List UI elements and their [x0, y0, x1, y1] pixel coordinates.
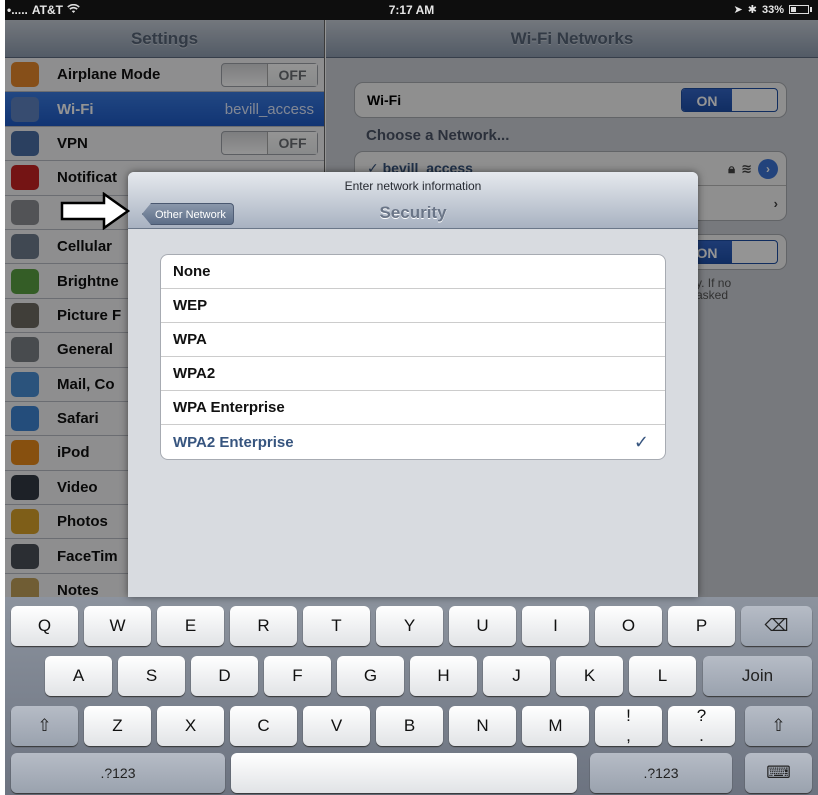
join-key[interactable]: Join: [703, 656, 812, 696]
security-option-label: WEP: [173, 297, 208, 314]
key-6[interactable]: M: [522, 706, 589, 746]
key-f[interactable]: F: [264, 656, 331, 696]
security-option[interactable]: WPA2: [161, 357, 665, 391]
security-sheet: Enter network information Other Network …: [128, 172, 698, 597]
key-r[interactable]: R: [230, 606, 297, 646]
security-option-label: WPA2: [173, 365, 216, 382]
security-option[interactable]: WPA Enterprise: [161, 391, 665, 425]
sheet-title: Security: [379, 203, 447, 222]
security-option-label: None: [173, 263, 211, 280]
backspace-key[interactable]: ⌫: [741, 606, 812, 646]
security-options-list: None WEP WPA WPA2 WPA Enterprise WPA2 Enterpr…: [160, 254, 666, 460]
key-5[interactable]: N: [449, 706, 516, 746]
shift-key-right[interactable]: ⇧: [745, 706, 812, 746]
key-2[interactable]: C: [230, 706, 297, 746]
key-3[interactable]: V: [303, 706, 370, 746]
security-option[interactable]: WEP: [161, 289, 665, 323]
shift-key[interactable]: ⇧: [11, 706, 78, 746]
key-p[interactable]: P: [668, 606, 735, 646]
key-h[interactable]: H: [410, 656, 477, 696]
key-j[interactable]: J: [483, 656, 550, 696]
bluetooth-icon: ✱: [747, 4, 757, 16]
key-u[interactable]: U: [449, 606, 516, 646]
key-t[interactable]: T: [303, 606, 370, 646]
status-bar: •..... AT&T 7:17 AM ➤ ✱ 33%: [5, 0, 818, 20]
key-l[interactable]: L: [629, 656, 696, 696]
checkmark-icon: ✓: [633, 431, 649, 452]
key-1[interactable]: X: [157, 706, 224, 746]
key-o[interactable]: O: [595, 606, 662, 646]
key-d[interactable]: D: [191, 656, 258, 696]
key-i[interactable]: I: [522, 606, 589, 646]
key-0[interactable]: Z: [84, 706, 151, 746]
keyboard-row-1: Q W E R T Y U I O P ⌫: [5, 606, 818, 646]
location-arrow-icon: ➤: [733, 4, 743, 16]
key-k[interactable]: K: [556, 656, 623, 696]
battery-icon: [789, 5, 809, 14]
security-option-label: WPA: [173, 331, 207, 348]
sheet-prompt: Enter network information: [344, 179, 482, 193]
key-a[interactable]: A: [45, 656, 112, 696]
key-e[interactable]: E: [157, 606, 224, 646]
key-4[interactable]: B: [376, 706, 443, 746]
keyboard: Q W E R T Y U I O P ⌫ A S D F G H J K L Join ⇧ Z X C V B N M! ,? .…: [5, 597, 818, 795]
key-q[interactable]: Q: [11, 606, 78, 646]
key-g[interactable]: G: [337, 656, 404, 696]
numbers-key[interactable]: .?123: [11, 753, 225, 793]
battery-percent: 33%: [761, 3, 784, 16]
keyboard-row-3: ⇧ Z X C V B N M! ,? . ⇧: [5, 706, 818, 746]
keyboard-row-4: .?123 .?123 ⌨: [5, 753, 818, 793]
space-key[interactable]: [231, 753, 577, 793]
sheet-navbar: Enter network information Other Network …: [128, 172, 698, 229]
keyboard-row-2: A S D F G H J K L Join: [5, 656, 818, 696]
key-s[interactable]: S: [118, 656, 185, 696]
security-option[interactable]: None: [161, 255, 665, 289]
key-y[interactable]: Y: [376, 606, 443, 646]
key-7[interactable]: ! ,: [595, 706, 662, 746]
security-option-label: WPA Enterprise: [173, 399, 285, 416]
security-option[interactable]: WPA: [161, 323, 665, 357]
pointer-arrow-icon: [60, 192, 130, 230]
numbers-key-right[interactable]: .?123: [590, 753, 732, 793]
hide-keyboard-key[interactable]: ⌨: [745, 753, 812, 793]
clock: 7:17 AM: [388, 3, 435, 17]
key-8[interactable]: ? .: [668, 706, 735, 746]
security-option[interactable]: WPA2 Enterprise ✓: [161, 425, 665, 459]
security-option-label: WPA2 Enterprise: [173, 433, 294, 451]
key-w[interactable]: W: [84, 606, 151, 646]
